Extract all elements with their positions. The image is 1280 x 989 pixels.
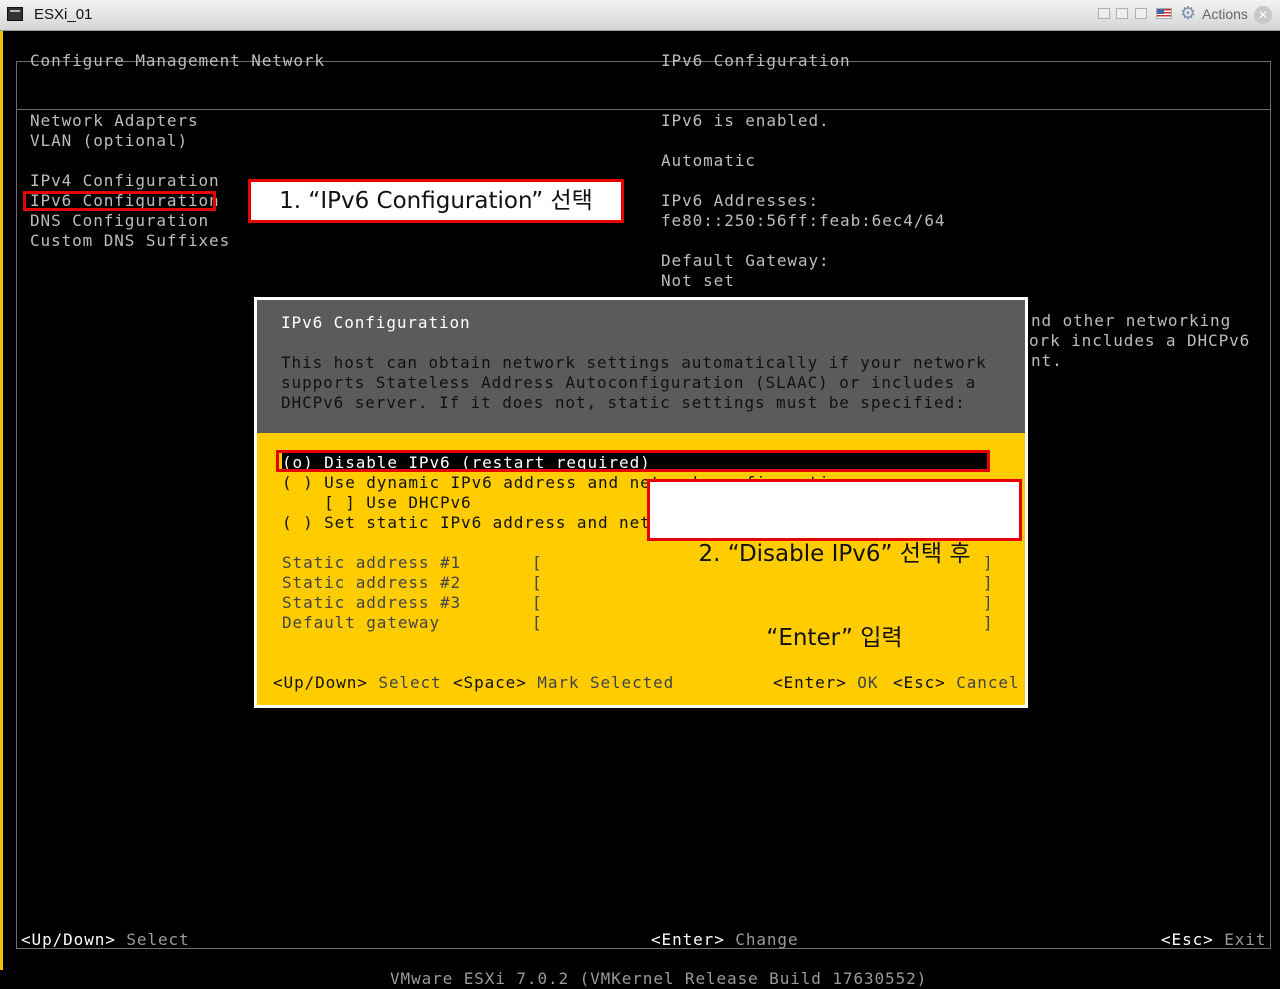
footer-change-label: Change: [735, 930, 799, 949]
ipv6-mode-text: Automatic: [661, 151, 756, 170]
hint-space: <Space> Mark Selected: [453, 673, 674, 693]
left-panel-header: Configure Management Network: [30, 51, 325, 70]
hint-updown-label: Select: [378, 673, 442, 692]
field-bracket-open: [: [532, 593, 543, 612]
console-window-icon: [7, 7, 23, 21]
highlight-disable-ipv6-option: [276, 450, 990, 472]
field-label: Static address #3: [282, 593, 462, 612]
field-label: Default gateway: [282, 613, 440, 632]
option-use-dhcpv6[interactable]: [ ] Use DHCPv6: [282, 493, 472, 513]
menu-item-ipv4-configuration[interactable]: IPv4 Configuration: [30, 171, 220, 191]
footer-select-label: Select: [126, 930, 190, 949]
info-text-partial-3: nt.: [1031, 351, 1063, 370]
footer-updown-key: <Up/Down>: [21, 930, 116, 949]
highlight-ipv6-menu-item: [23, 191, 216, 211]
gear-icon[interactable]: ⚙: [1180, 4, 1196, 24]
window-titlebar: ESXi_01 ⚙ Actions ✕: [0, 0, 1280, 31]
hint-space-key: <Space>: [453, 673, 527, 692]
window-title: ESXi_01: [34, 6, 93, 23]
annotation-step-1: 1. “IPv6 Configuration” 선택: [248, 179, 624, 223]
menu-item-network-adapters[interactable]: Network Adapters: [30, 111, 199, 131]
menu-item-vlan[interactable]: VLAN (optional): [30, 131, 188, 151]
footer-select-hint: <Up/Down> Select: [21, 930, 190, 950]
field-label: Static address #1: [282, 553, 462, 572]
dialog-description-line-1: This host can obtain network settings au…: [281, 353, 987, 372]
default-gateway-value: Not set: [661, 271, 735, 290]
menu-item-custom-dns-suffixes[interactable]: Custom DNS Suffixes: [30, 231, 230, 251]
field-bracket-open: [: [532, 573, 543, 592]
right-panel-header: IPv6 Configuration: [661, 51, 851, 70]
dialog-description-line-2: supports Stateless Address Autoconfigura…: [281, 373, 977, 392]
vmware-build-line: VMware ESXi 7.0.2 (VMKernel Release Buil…: [390, 969, 928, 988]
ipv6-status-text: IPv6 is enabled.: [661, 111, 830, 130]
field-bracket-open: [: [532, 613, 543, 632]
default-gateway-label: Default Gateway:: [661, 251, 830, 270]
annotation-step-2-line-1: 2. “Disable IPv6” 선택 후: [698, 541, 971, 567]
menu-item-dns-configuration[interactable]: DNS Configuration: [30, 211, 209, 231]
keyboard-layout-flag-icon[interactable]: [1156, 8, 1172, 19]
ipv6-address-value: fe80::250:56ff:feab:6ec4/64: [661, 211, 946, 230]
footer-exit-label: Exit: [1224, 930, 1267, 949]
info-text-partial-2: ork includes a DHCPv6: [1029, 331, 1251, 350]
field-bracket-open: [: [532, 553, 543, 572]
dialog-header: IPv6 Configuration This host can obtain …: [257, 300, 1025, 433]
annotation-step-2-line-2: “Enter” 입력: [766, 625, 903, 651]
footer-exit-hint: <Esc> Exit: [1161, 930, 1266, 950]
ipv6-addresses-label: IPv6 Addresses:: [661, 191, 819, 210]
window-control-3-icon[interactable]: [1135, 8, 1147, 19]
hint-updown: <Up/Down> Select: [273, 673, 442, 693]
footer-change-hint: <Enter> Change: [651, 930, 798, 950]
window-control-2-icon[interactable]: [1116, 8, 1128, 19]
hint-updown-key: <Up/Down>: [273, 673, 368, 692]
footer-enter-key: <Enter>: [651, 930, 725, 949]
close-icon[interactable]: ✕: [1254, 6, 1272, 24]
dialog-description-line-3: DHCPv6 server. If it does not, static se…: [281, 393, 966, 412]
info-text-partial-1: nd other networking: [1031, 311, 1232, 330]
header-divider: [17, 109, 1270, 110]
actions-menu-button[interactable]: Actions: [1202, 6, 1248, 22]
annotation-step-2: 2. “Disable IPv6” 선택 후 “Enter” 입력: [647, 479, 1022, 651]
dialog-title: IPv6 Configuration: [281, 313, 471, 332]
window-control-1-icon[interactable]: [1098, 8, 1110, 19]
field-label: Static address #2: [282, 573, 462, 592]
footer-esc-key: <Esc>: [1161, 930, 1214, 949]
